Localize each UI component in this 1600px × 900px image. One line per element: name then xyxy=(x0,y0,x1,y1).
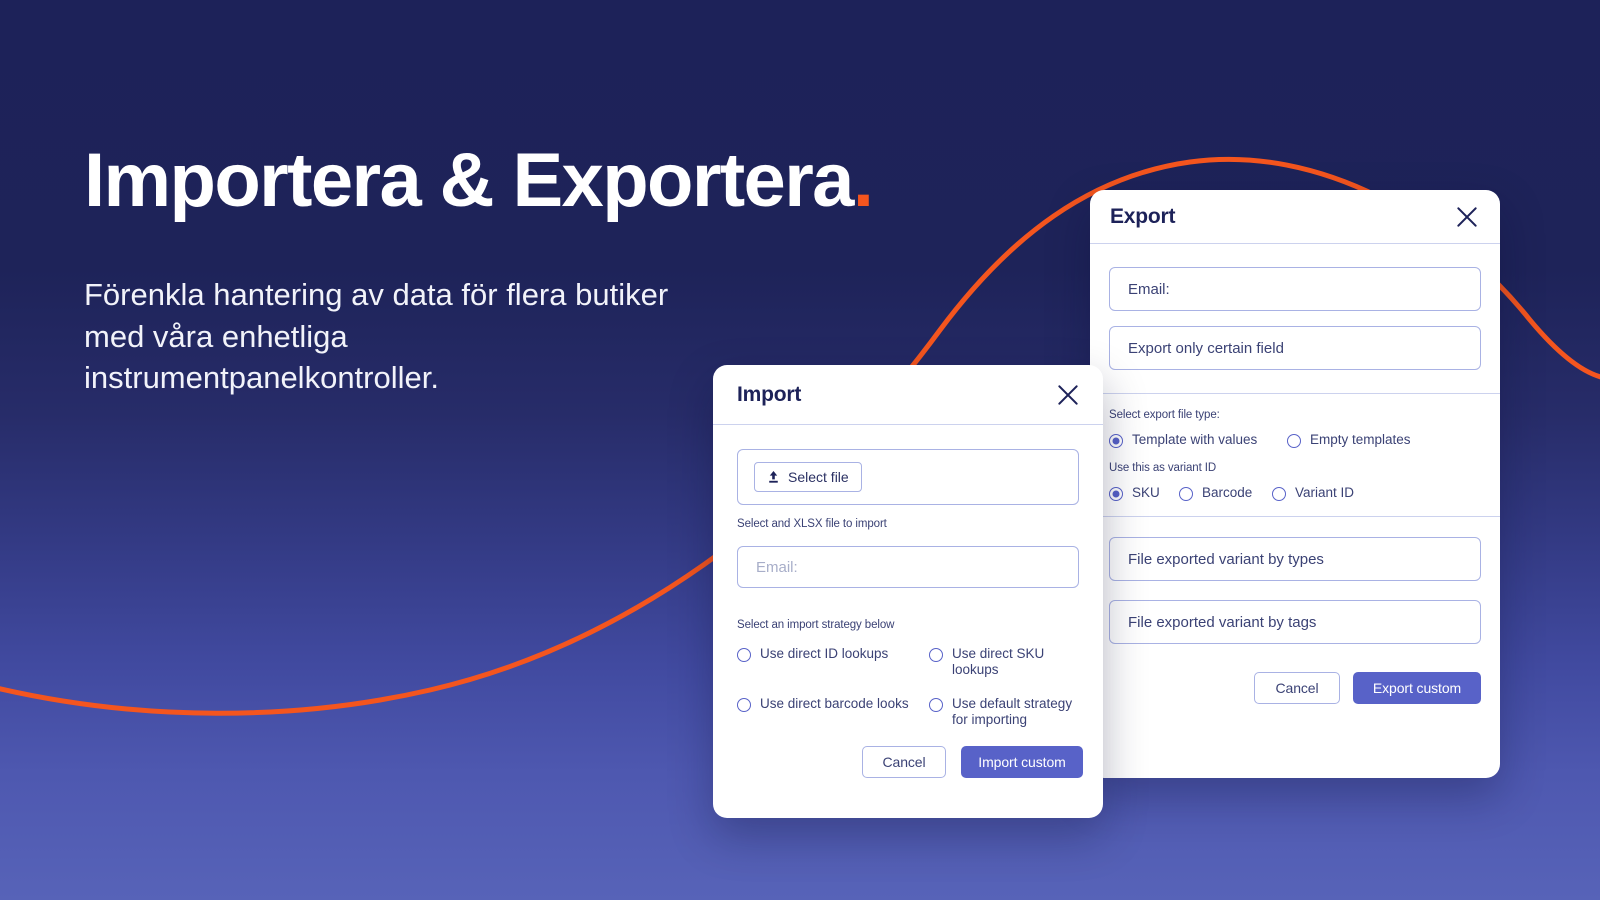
export-variant-by-types-field[interactable]: File exported variant by types xyxy=(1109,537,1481,581)
export-certain-field-value: Export only certain field xyxy=(1128,339,1284,357)
radio-indicator xyxy=(929,698,943,713)
export-email-field[interactable]: Email: xyxy=(1109,267,1481,311)
radio-indicator xyxy=(929,648,943,662)
export-file-type-hint: Select export file type: xyxy=(1109,409,1220,421)
radio-variant-id[interactable]: Variant ID xyxy=(1272,485,1354,501)
radio-empty-templates[interactable]: Empty templates xyxy=(1287,432,1411,448)
radio-template-with-values[interactable]: Template with values xyxy=(1109,432,1287,448)
export-dialog: Export Email: Export only certain field … xyxy=(1090,190,1500,778)
radio-indicator xyxy=(1109,487,1123,501)
import-dialog: Import Select file Select and XLSX file … xyxy=(713,365,1103,818)
radio-label: Barcode xyxy=(1202,485,1253,500)
radio-label: Use direct SKU lookups xyxy=(952,646,1045,677)
radio-label: Use default strategy for importing xyxy=(952,696,1073,727)
export-bottom-fields: File exported variant by types File expo… xyxy=(1090,537,1500,644)
radio-use-direct-id-lookups[interactable]: Use direct ID lookups xyxy=(737,646,929,677)
export-certain-field-input[interactable]: Export only certain field xyxy=(1109,326,1481,370)
radio-label: Use direct barcode looks xyxy=(760,696,909,712)
radio-indicator xyxy=(737,648,751,662)
export-variant-id-section: Use this as variant ID SKU Barcode Varia… xyxy=(1090,448,1500,516)
import-strategy-hint: Select an import strategy below xyxy=(737,619,895,631)
radio-indicator xyxy=(1109,434,1123,448)
import-email-placeholder: Email: xyxy=(756,558,798,576)
import-dialog-title: Import xyxy=(737,382,802,406)
select-file-label: Select file xyxy=(788,469,849,485)
radio-indicator xyxy=(1272,487,1286,501)
import-strategy-options: Use direct ID lookups Use direct SKU loo… xyxy=(737,646,1079,727)
export-variant-id-hint: Use this as variant ID xyxy=(1109,462,1217,474)
radio-label: Template with values xyxy=(1132,432,1258,447)
headline-accent-dot: . xyxy=(852,138,874,223)
hero-copy: Importera & Exportera. Förenkla hanterin… xyxy=(84,138,1044,399)
export-top-fields: Email: Export only certain field xyxy=(1090,267,1500,370)
upload-icon xyxy=(769,470,778,483)
radio-use-direct-barcode-looks[interactable]: Use direct barcode looks xyxy=(737,696,929,727)
select-file-button[interactable]: Select file xyxy=(754,462,862,492)
radio-indicator xyxy=(1179,487,1193,501)
page-title: Importera & Exportera. xyxy=(84,138,1044,223)
hero-banner: Importera & Exportera. Förenkla hanterin… xyxy=(0,0,1600,900)
radio-use-default-strategy[interactable]: Use default strategy for importing xyxy=(929,696,1079,727)
export-variant-id-options: SKU Barcode Variant ID xyxy=(1109,485,1481,501)
export-variant-by-tags-field[interactable]: File exported variant by tags xyxy=(1109,600,1481,644)
select-file-dropzone[interactable]: Select file xyxy=(737,449,1079,505)
import-custom-button[interactable]: Import custom xyxy=(961,746,1083,778)
import-dialog-body: Select file Select and XLSX file to impo… xyxy=(713,425,1103,727)
export-file-type-options: Template with values Empty templates xyxy=(1109,432,1481,448)
radio-use-direct-sku-lookups[interactable]: Use direct SKU lookups xyxy=(929,646,1079,677)
page-subtitle: Förenkla hantering av data för flera but… xyxy=(84,277,669,396)
export-dialog-header: Export xyxy=(1090,190,1500,244)
radio-indicator xyxy=(1287,434,1301,448)
export-variant-by-types-value: File exported variant by types xyxy=(1128,550,1324,568)
radio-label: Empty templates xyxy=(1310,432,1411,447)
radio-label: SKU xyxy=(1132,485,1160,500)
export-dialog-title: Export xyxy=(1110,204,1176,228)
export-email-value: Email: xyxy=(1128,280,1170,298)
close-icon[interactable] xyxy=(1055,382,1081,408)
export-variant-by-tags-value: File exported variant by tags xyxy=(1128,613,1317,631)
radio-label: Use direct ID lookups xyxy=(760,646,889,661)
export-custom-button[interactable]: Export custom xyxy=(1353,672,1481,704)
import-dialog-footer: Cancel Import custom xyxy=(862,746,1083,778)
import-file-hint: Select and XLSX file to import xyxy=(737,518,887,530)
import-dialog-header: Import xyxy=(713,365,1103,425)
radio-sku[interactable]: SKU xyxy=(1109,485,1179,501)
divider-below-variant-id xyxy=(1090,516,1500,517)
close-icon[interactable] xyxy=(1454,204,1480,230)
headline-text: Importera & Exportera xyxy=(84,138,854,223)
export-file-type-section: Select export file type: Template with v… xyxy=(1090,394,1500,448)
import-email-field[interactable]: Email: xyxy=(737,546,1079,588)
radio-label: Variant ID xyxy=(1295,485,1355,500)
export-cancel-button[interactable]: Cancel xyxy=(1254,672,1340,704)
import-cancel-button[interactable]: Cancel xyxy=(862,746,946,778)
radio-indicator xyxy=(737,698,751,713)
radio-barcode[interactable]: Barcode xyxy=(1179,485,1272,501)
export-dialog-footer: Cancel Export custom xyxy=(1090,644,1500,704)
